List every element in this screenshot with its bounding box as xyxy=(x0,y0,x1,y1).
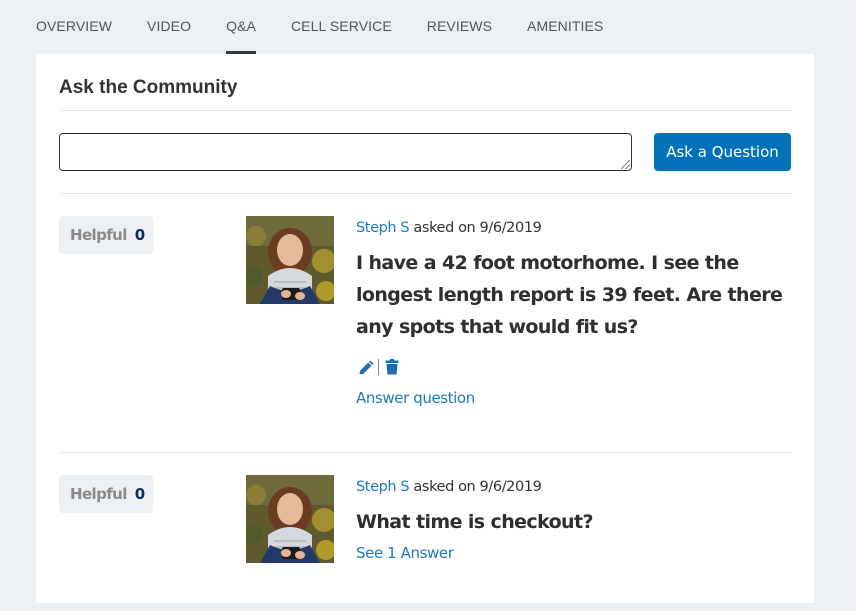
avatar-photo xyxy=(246,216,334,304)
question-text: I have a 42 foot motorhome. I see the lo… xyxy=(356,252,783,338)
card-title: Ask the Community xyxy=(59,77,238,98)
action-separator xyxy=(378,359,379,375)
avatar xyxy=(246,216,334,304)
helpful-count: 0 xyxy=(134,485,146,503)
tab-overview[interactable]: OVERVIEW xyxy=(36,0,112,54)
question-content: Steph S asked on 9/6/2019 I have a 42 fo… xyxy=(356,216,796,408)
question-meta: Steph S asked on 9/6/2019 xyxy=(356,216,796,240)
ask-question-button[interactable]: Ask a Question xyxy=(654,133,791,171)
tab-qa[interactable]: Q&A xyxy=(226,0,256,54)
asked-date: asked on 9/6/2019 xyxy=(409,220,542,236)
tab-reviews[interactable]: REVIEWS xyxy=(427,0,492,54)
avatar xyxy=(246,475,334,563)
question-meta: Steph S asked on 9/6/2019 xyxy=(356,475,796,499)
avatar-photo xyxy=(246,475,334,563)
qa-card: Ask the Community Ask a Question Helpful… xyxy=(36,54,814,603)
see-answers-link[interactable]: See 1 Answer xyxy=(356,544,454,562)
tab-amenities[interactable]: AMENITIES xyxy=(527,0,603,54)
author-link[interactable]: Steph S xyxy=(356,479,410,495)
section-tabs: OVERVIEW VIDEO Q&A CELL SERVICE REVIEWS … xyxy=(36,0,638,54)
answer-question-link[interactable]: Answer question xyxy=(356,389,475,407)
trash-icon[interactable] xyxy=(382,357,402,377)
input-divider xyxy=(59,193,791,194)
helpful-button[interactable]: Helpful 0 xyxy=(59,475,153,513)
helpful-count: 0 xyxy=(134,226,146,244)
question-content: Steph S asked on 9/6/2019 What time is c… xyxy=(356,475,796,563)
tab-cell-service[interactable]: CELL SERVICE xyxy=(291,0,392,54)
question-divider xyxy=(59,452,791,453)
question-input[interactable] xyxy=(59,133,632,171)
helpful-label: Helpful xyxy=(70,226,127,244)
author-link[interactable]: Steph S xyxy=(356,220,410,236)
question-actions xyxy=(356,357,796,377)
pencil-icon[interactable] xyxy=(356,357,376,377)
question-text: What time is checkout? xyxy=(356,511,593,533)
helpful-button[interactable]: Helpful 0 xyxy=(59,216,153,254)
asked-date: asked on 9/6/2019 xyxy=(409,479,542,495)
helpful-label: Helpful xyxy=(70,485,127,503)
title-divider xyxy=(59,110,791,111)
tab-video[interactable]: VIDEO xyxy=(147,0,191,54)
